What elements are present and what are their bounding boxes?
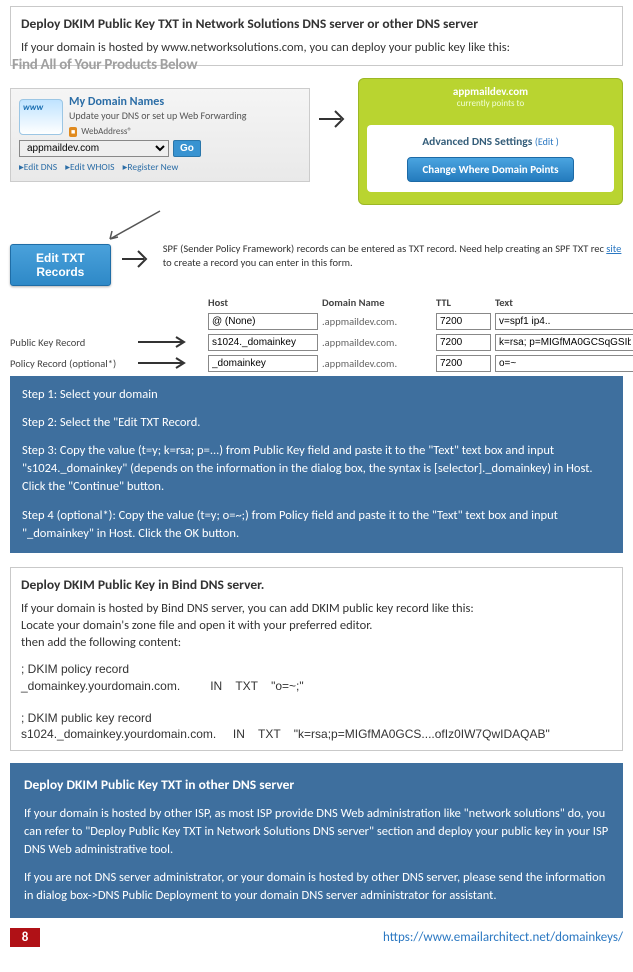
col-ttl: TTL [436,296,491,309]
txt-record-table: Host Domain Name TTL Text .appmaildev.co… [10,296,623,372]
green-sub: currently points to [367,98,614,109]
step-2: Step 2: Select the "Edit TXT Record. [22,414,611,432]
step-1: Step 1: Select your domain [22,386,611,404]
step-3: Step 3: Copy the value (t=y; k=rsa; p=..… [22,442,611,496]
ns-illustration: Find All of Your Products Below My Domai… [10,56,623,372]
arrow-right-icon [316,106,352,132]
ns-panel: My Domain Names Update your DNS or set u… [10,88,310,182]
bind-p3: then add the following content: [21,635,612,652]
page-number: 8 [10,928,40,947]
edit-txt-records-button[interactable]: Edit TXT Records [10,244,111,286]
spf-site-link[interactable]: site [606,242,621,255]
domain-name: .appmaildev.com. [322,357,432,370]
other-p2: If you are not DNS server administrator,… [24,869,609,905]
row-label: Policy Record (optional*) [10,357,130,370]
host-input[interactable] [208,355,318,372]
section-other-dns: Deploy DKIM Public Key TXT in other DNS … [10,763,623,917]
text-input[interactable] [495,313,633,330]
bind-p2: Locate your domain's zone file and open … [21,618,612,635]
adv-edit-link[interactable]: (Edit ) [535,135,559,148]
host-input[interactable] [208,313,318,330]
adv-dns-box: Advanced DNS Settings (Edit ) Change Whe… [367,125,614,192]
footer-link[interactable]: https://www.emailarchitect.net/domainkey… [383,930,623,945]
steps-panel: Step 1: Select your domain Step 2: Selec… [10,376,623,553]
ns-title: Deploy DKIM Public Key TXT in Network So… [21,15,612,32]
other-p1: If your domain is hosted by other ISP, a… [24,805,609,859]
table-row: .appmaildev.com. [10,313,623,330]
www-icon [19,99,63,135]
arrow-down-icon [100,209,623,246]
adv-title: Advanced DNS Settings [422,135,532,149]
go-button[interactable]: Go [173,140,201,157]
spf-note: SPF (Sender Policy Framework) records ca… [163,242,623,269]
step-4: Step 4 (optional*): Copy the value (t=y;… [22,507,611,543]
green-domain: appmaildev.com [367,85,614,98]
text-input[interactable] [495,355,633,372]
host-input[interactable] [208,334,318,351]
find-heading: Find All of Your Products Below [12,56,623,74]
section-bind: Deploy DKIM Public Key in Bind DNS serve… [10,567,623,752]
row-label: Public Key Record [10,336,130,349]
ttl-input[interactable] [436,313,491,330]
domain-name: .appmaildev.com. [322,315,432,328]
page-footer: 8 https://www.emailarchitect.net/domaink… [10,928,623,947]
col-host: Host [208,296,318,309]
link-edit-dns[interactable]: ▸Edit DNS [19,161,57,173]
col-domain: Domain Name [322,296,432,309]
domain-name: .appmaildev.com. [322,336,432,349]
other-title: Deploy DKIM Public Key TXT in other DNS … [24,775,609,795]
link-register-new[interactable]: ▸Register New [123,161,179,173]
change-domain-button[interactable]: Change Where Domain Points [407,157,573,182]
arrow-right-icon [134,334,194,350]
bind-p1: If your domain is hosted by Bind DNS ser… [21,601,612,618]
link-edit-whois[interactable]: ▸Edit WHOIS [65,161,114,173]
arrow-right-icon [119,246,155,272]
table-row: Policy Record (optional*) .appmaildev.co… [10,355,623,372]
bind-code: ; DKIM policy record _domainkey.yourdoma… [21,661,612,742]
ns-links: ▸Edit DNS ▸Edit WHOIS ▸Register New [19,161,301,173]
ttl-input[interactable] [436,334,491,351]
ttl-input[interactable] [436,355,491,372]
bind-title: Deploy DKIM Public Key in Bind DNS serve… [21,576,612,593]
webaddress-badge [69,127,77,137]
text-input[interactable] [495,334,633,351]
ns-intro: If your domain is hosted by www.networks… [21,40,612,57]
arrow-right-icon [134,355,194,371]
green-panel: appmaildev.com currently points to Advan… [358,78,623,205]
table-row: Public Key Record .appmaildev.com. [10,334,623,351]
domain-select[interactable]: appmaildev.com [19,140,169,157]
col-text: Text [495,296,633,309]
webaddress-label: WebAddress® [81,126,132,137]
